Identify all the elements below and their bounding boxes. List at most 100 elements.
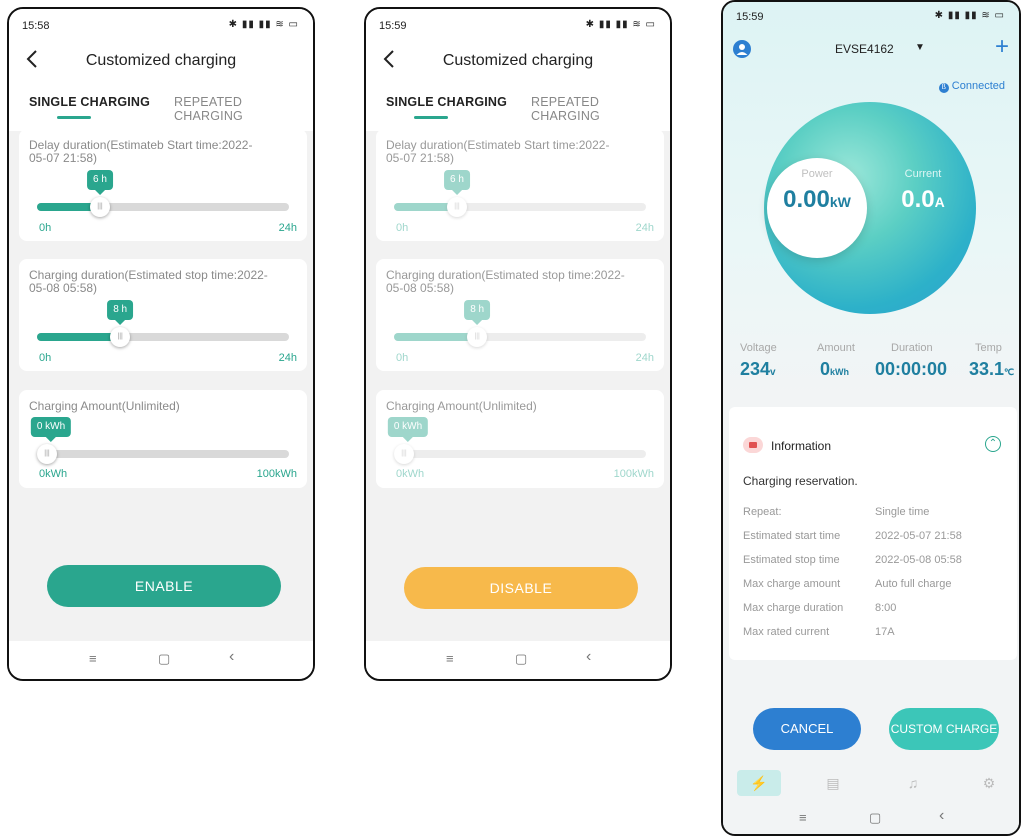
delay-slider-track[interactable]: ||| <box>37 197 289 217</box>
records-tab-icon[interactable]: ▤ <box>811 770 855 796</box>
amount-slider-track[interactable]: ||| <box>37 444 289 464</box>
status-icons: ✱ ▮▮ ▮▮ ≋ ▭ <box>934 10 1005 21</box>
status-bar: 15:59 ✱ ▮▮ ▮▮ ≋ ▭ <box>723 2 1019 30</box>
custom-charge-button[interactable]: CUSTOM CHARGE <box>889 708 999 750</box>
back-icon[interactable]: ‹ <box>939 807 944 825</box>
home-icon[interactable]: ▢ <box>515 651 527 667</box>
voltage-label: Voltage <box>740 342 777 354</box>
amount-min-label: 0kWh <box>39 468 68 480</box>
tab-repeated-charging[interactable]: REPEATED CHARGING <box>174 95 313 123</box>
page-title: Customized charging <box>85 52 237 69</box>
delay-slider-track: ||| <box>394 197 646 217</box>
info-value: 2022-05-08 05:58 <box>875 554 962 566</box>
back-icon[interactable]: ‹ <box>586 648 591 666</box>
amount-value-bubble: 0 kWh <box>387 417 429 442</box>
duration-max-label: 24h <box>635 352 654 364</box>
info-key: Repeat: <box>743 506 782 518</box>
power-label: Power <box>801 168 833 180</box>
charging-duration-card: Charging duration(Estimated stop time:20… <box>19 259 307 371</box>
duration-value-bubble: 8 h <box>107 300 134 325</box>
charging-duration-label: Charging duration(Estimated stop time:20… <box>386 268 625 295</box>
phone-screen-disable: 15:59 ✱ ▮▮ ▮▮ ≋ ▭ Customized charging SI… <box>364 7 672 681</box>
notifications-tab-icon[interactable]: ♫ <box>891 770 935 796</box>
duration-slider-fill <box>394 333 478 341</box>
delay-max-label: 24h <box>635 222 654 234</box>
info-key: Max charge amount <box>743 578 841 590</box>
duration-slider-track: ||| <box>394 327 646 347</box>
status-time: 15:59 <box>736 11 764 23</box>
amount-label: Amount <box>817 342 855 354</box>
delay-value-bubble: 6 h <box>444 170 470 195</box>
tab-indicator <box>414 116 448 119</box>
delay-slider-thumb: ||| <box>447 197 467 217</box>
delay-duration-card: Delay duration(Estimateb Start time:2022… <box>19 129 307 241</box>
duration-value-bubble: 8 h <box>464 300 491 325</box>
duration-min-label: 0h <box>396 352 409 364</box>
home-icon[interactable]: ▢ <box>869 810 881 826</box>
bluetooth-icon: ß <box>938 83 949 93</box>
delay-min-label: 0h <box>39 222 52 234</box>
charging-amount-card: Charging Amount(Unlimited) 0 kWh ||| 0kW… <box>19 390 307 488</box>
current-label: Current <box>904 168 942 180</box>
info-subtitle: Charging reservation. <box>743 474 858 488</box>
info-value: 8:00 <box>875 602 897 614</box>
info-key: Estimated start time <box>743 530 841 542</box>
information-card: Information ⌃ Charging reservation. Repe… <box>729 407 1017 660</box>
duration-max-label: 24h <box>278 352 297 364</box>
duration-slider-fill <box>37 333 121 341</box>
duration-slider-thumb[interactable]: ||| <box>110 327 131 347</box>
device-name[interactable]: EVSE4162 <box>835 42 894 56</box>
collapse-chevron-icon[interactable]: ⌃ <box>985 436 1001 452</box>
tab-repeated-charging[interactable]: REPEATED CHARGING <box>531 95 670 123</box>
connection-status: ß Connected <box>938 80 1005 93</box>
status-icons: ✱ ▮▮ ▮▮ ≋ ▭ <box>228 19 299 30</box>
home-icon[interactable]: ▢ <box>158 651 170 667</box>
charging-duration-card: Charging duration(Estimated stop time:20… <box>376 259 664 371</box>
settings-tab-icon[interactable]: ⚙ <box>967 770 1011 796</box>
delay-duration-label: Delay duration(Estimateb Start time:2022… <box>29 138 253 165</box>
disable-button[interactable]: DISABLE <box>404 567 638 609</box>
back-icon[interactable]: ‹ <box>229 648 234 666</box>
delay-duration-label: Delay duration(Estimateb Start time:2022… <box>386 138 610 165</box>
charging-duration-label: Charging duration(Estimated stop time:20… <box>29 268 268 295</box>
charging-tab-icon[interactable]: ⚡ <box>737 770 781 796</box>
delay-max-label: 24h <box>278 222 297 234</box>
info-value: 2022-05-07 21:58 <box>875 530 962 542</box>
menu-icon[interactable]: ≡ <box>89 651 97 666</box>
menu-icon[interactable]: ≡ <box>799 810 807 825</box>
current-value: 0.0A <box>901 186 945 213</box>
duration-min-label: 0h <box>39 352 52 364</box>
phone-screen-enable: 15:58 ✱ ▮▮ ▮▮ ≋ ▭ Customized charging SI… <box>7 7 315 681</box>
page-title: Customized charging <box>442 52 594 69</box>
info-key: Max charge duration <box>743 602 844 614</box>
info-icon <box>743 437 763 453</box>
amount-slider-track: ||| <box>394 444 646 464</box>
charging-amount-label: Charging Amount(Unlimited) <box>386 399 537 413</box>
power-value: 0.00kW <box>783 186 851 213</box>
amount-value-bubble: 0 kWh <box>30 417 72 442</box>
charging-amount-card: Charging Amount(Unlimited) 0 kWh ||| 0kW… <box>376 390 664 488</box>
status-bar: 15:59 ✱ ▮▮ ▮▮ ≋ ▭ <box>366 9 670 37</box>
duration-slider-track[interactable]: ||| <box>37 327 289 347</box>
duration-value: 00:00:00 <box>875 359 948 379</box>
temp-label: Temp <box>975 342 1002 354</box>
user-avatar-icon[interactable] <box>733 40 751 58</box>
connection-label: Connected <box>951 80 1005 92</box>
status-bar: 15:58 ✱ ▮▮ ▮▮ ≋ ▭ <box>9 9 313 37</box>
cancel-button[interactable]: CANCEL <box>753 708 861 750</box>
phone-screen-dashboard: 15:59 ✱ ▮▮ ▮▮ ≋ ▭ EVSE4162 ▼ + ß Connect… <box>721 0 1021 836</box>
amount-value: 0kWh <box>820 359 850 379</box>
amount-slider-thumb[interactable]: ||| <box>37 444 57 464</box>
add-device-icon[interactable]: + <box>995 33 1009 61</box>
menu-icon[interactable]: ≡ <box>446 651 454 666</box>
delay-slider-thumb[interactable]: ||| <box>90 197 110 217</box>
temp-value: 33.1℃ <box>969 359 1015 379</box>
device-dropdown-icon[interactable]: ▼ <box>915 42 925 53</box>
delay-min-label: 0h <box>396 222 409 234</box>
amount-slider-thumb: ||| <box>394 444 414 464</box>
enable-button[interactable]: ENABLE <box>47 565 281 607</box>
info-key: Estimated stop time <box>743 554 840 566</box>
tab-single-charging[interactable]: SINGLE CHARGING <box>386 95 507 109</box>
amount-min-label: 0kWh <box>396 468 425 480</box>
tab-single-charging[interactable]: SINGLE CHARGING <box>29 95 150 109</box>
